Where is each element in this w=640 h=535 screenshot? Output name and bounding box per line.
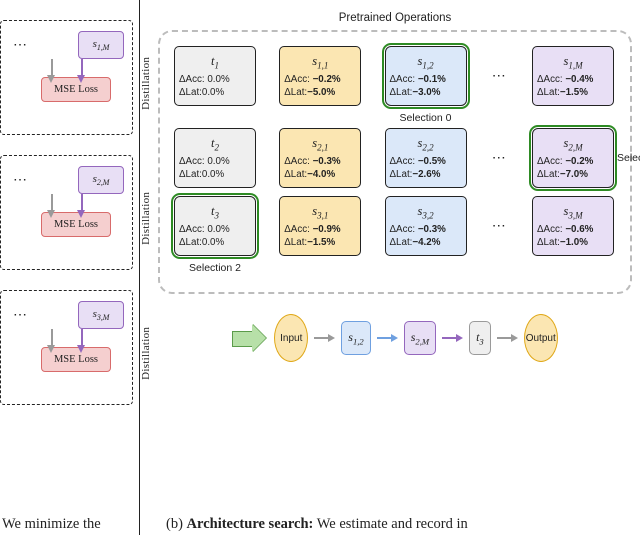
pipeline: Input s1,2 s2,M t3 Output (158, 314, 632, 362)
operation-cell: s3,MΔAcc: −0.6%ΔLat:−1.0% (532, 196, 614, 256)
pipeline-node: t3 (469, 321, 491, 355)
delta-acc: ΔAcc: −0.3% (390, 223, 462, 236)
operation-cell: s1,MΔAcc: −0.4%ΔLat:−1.5% (532, 46, 614, 106)
op-name: t1 (179, 53, 251, 72)
operation-cell: s3,2ΔAcc: −0.3%ΔLat:−4.2% (385, 196, 467, 256)
arrow-right-icon (497, 334, 518, 342)
caption-b-bold: Architecture search: (187, 516, 314, 532)
caption-b: (b) Architecture search: We estimate and… (140, 516, 640, 533)
ellipsis-icon: ⋯ (9, 307, 32, 324)
delta-lat: ΔLat:−1.5% (284, 236, 356, 249)
student-op-box: s1,M (78, 31, 124, 59)
arrow-down-icon (77, 345, 85, 353)
op-name: t2 (179, 135, 251, 154)
input-pill: Input (274, 314, 308, 362)
delta-acc: ΔAcc: −0.2% (537, 155, 609, 168)
arrow-down-icon (47, 210, 55, 218)
arrow-down-icon (47, 75, 55, 83)
delta-acc: ΔAcc: −0.3% (284, 155, 356, 168)
operation-cell: t3ΔAcc: 0.0%ΔLat:0.0%Selection 2 (174, 196, 256, 256)
ellipsis-icon: ⋯ (9, 37, 32, 54)
delta-lat: ΔLat:−5.0% (284, 86, 356, 99)
delta-lat: ΔLat:−3.0% (390, 86, 462, 99)
student-op-box: s2,M (78, 166, 124, 194)
operations-row: t1ΔAcc: 0.0%ΔLat:0.0%s1,1ΔAcc: −0.2%ΔLat… (174, 46, 614, 106)
distillation-group: ⋯s1,MMSE LossDistillation (0, 20, 133, 135)
caption-row: We minimize the (b) Architecture search:… (0, 516, 640, 533)
caption-b-prefix: (b) (166, 516, 187, 532)
operations-row: t2ΔAcc: 0.0%ΔLat:0.0%s2,1ΔAcc: −0.3%ΔLat… (174, 128, 614, 188)
op-name: s2,1 (284, 135, 356, 154)
op-name: s3,1 (284, 203, 356, 222)
delta-lat: ΔLat:−7.0% (537, 168, 609, 181)
delta-acc: ΔAcc: 0.0% (179, 223, 251, 236)
pipeline-node: s2,M (404, 321, 436, 355)
delta-lat: ΔLat:−4.0% (284, 168, 356, 181)
op-name: t3 (179, 203, 251, 222)
delta-acc: ΔAcc: −0.5% (390, 155, 462, 168)
delta-lat: ΔLat:−1.5% (537, 86, 609, 99)
output-pill: Output (524, 314, 558, 362)
operation-cell: s2,MΔAcc: −0.2%ΔLat:−7.0%Selection 1 (532, 128, 614, 188)
operation-cell: s1,2ΔAcc: −0.1%ΔLat:−3.0%Selection 0 (385, 46, 467, 106)
delta-acc: ΔAcc: −0.9% (284, 223, 356, 236)
big-arrow-icon (232, 324, 268, 352)
arrow-down-icon (47, 345, 55, 353)
left-distillation-panel: ⋯s1,MMSE LossDistillation⋯s2,MMSE LossDi… (0, 0, 140, 535)
caption-b-rest: We estimate and record in (313, 516, 467, 532)
ellipsis-icon: ⋯ (490, 68, 509, 85)
delta-acc: ΔAcc: 0.0% (179, 155, 251, 168)
delta-lat: ΔLat:0.0% (179, 236, 251, 249)
right-architecture-search-panel: Pretrained Operations t1ΔAcc: 0.0%ΔLat:0… (140, 0, 640, 535)
arrow-right-icon (377, 334, 398, 342)
op-name: s2,M (537, 135, 609, 154)
op-name: s2,2 (390, 135, 462, 154)
arrow-down-icon (77, 75, 85, 83)
selection-caption: Selection 1 (617, 151, 640, 165)
arrow-right-icon (314, 334, 335, 342)
operation-cell: s2,1ΔAcc: −0.3%ΔLat:−4.0% (279, 128, 361, 188)
pretrained-operations-label: Pretrained Operations (158, 12, 632, 24)
arrow-right-icon (442, 334, 463, 342)
operation-cell: s2,2ΔAcc: −0.5%ΔLat:−2.6% (385, 128, 467, 188)
delta-acc: ΔAcc: −0.2% (284, 73, 356, 86)
distillation-group: ⋯s3,MMSE LossDistillation (0, 290, 133, 405)
distillation-group: ⋯s2,MMSE LossDistillation (0, 155, 133, 270)
delta-lat: ΔLat:0.0% (179, 86, 251, 99)
op-name: s1,1 (284, 53, 356, 72)
delta-acc: ΔAcc: −0.6% (537, 223, 609, 236)
operation-cell: t2ΔAcc: 0.0%ΔLat:0.0% (174, 128, 256, 188)
delta-lat: ΔLat:−2.6% (390, 168, 462, 181)
delta-acc: ΔAcc: −0.4% (537, 73, 609, 86)
op-name: s3,2 (390, 203, 462, 222)
delta-lat: ΔLat:0.0% (179, 168, 251, 181)
delta-lat: ΔLat:−1.0% (537, 236, 609, 249)
operation-cell: s3,1ΔAcc: −0.9%ΔLat:−1.5% (279, 196, 361, 256)
delta-lat: ΔLat:−4.2% (390, 236, 462, 249)
op-name: s1,M (537, 53, 609, 72)
delta-acc: ΔAcc: −0.1% (390, 73, 462, 86)
selection-caption: Selection 0 (400, 111, 452, 125)
delta-acc: ΔAcc: 0.0% (179, 73, 251, 86)
arrow-down-icon (77, 210, 85, 218)
ellipsis-icon: ⋯ (9, 172, 32, 189)
op-name: s1,2 (390, 53, 462, 72)
operation-cell: t1ΔAcc: 0.0%ΔLat:0.0% (174, 46, 256, 106)
ellipsis-icon: ⋯ (490, 150, 509, 167)
selection-caption: Selection 2 (189, 261, 241, 275)
operation-cell: s1,1ΔAcc: −0.2%ΔLat:−5.0% (279, 46, 361, 106)
caption-a-fragment: We minimize the (0, 516, 140, 533)
pipeline-node: s1,2 (341, 321, 370, 355)
op-name: s3,M (537, 203, 609, 222)
student-op-box: s3,M (78, 301, 124, 329)
operations-grid: t1ΔAcc: 0.0%ΔLat:0.0%s1,1ΔAcc: −0.2%ΔLat… (158, 30, 632, 294)
ellipsis-icon: ⋯ (490, 218, 509, 235)
operations-row: t3ΔAcc: 0.0%ΔLat:0.0%Selection 2s3,1ΔAcc… (174, 196, 614, 256)
